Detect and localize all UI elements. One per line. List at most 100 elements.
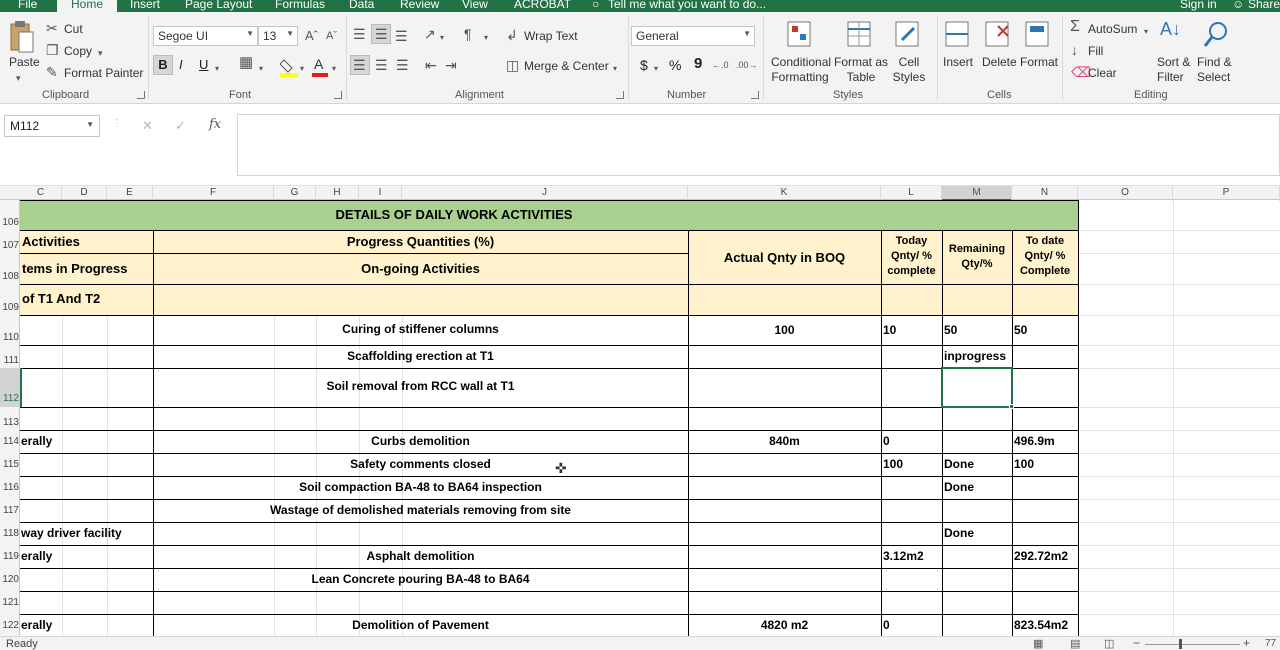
remaining-cell[interactable]: Done	[944, 480, 974, 494]
decrease-font-icon[interactable]: Aˇ	[326, 29, 337, 43]
bold-button[interactable]: B	[153, 55, 173, 75]
increase-decimal-icon[interactable]: ←.0	[712, 58, 729, 72]
zoom-level[interactable]: 77	[1265, 638, 1276, 649]
borders-dropdown-icon[interactable]: ▾	[259, 62, 263, 76]
left-cell[interactable]: erally	[21, 434, 52, 448]
row-header[interactable]: 116	[0, 482, 20, 493]
wrap-text-button[interactable]: Wrap Text	[524, 29, 578, 43]
name-box[interactable]: M112 ▼	[4, 115, 100, 137]
activity-cell[interactable]: Lean Concrete pouring BA-48 to BA64	[153, 572, 688, 586]
tab-data[interactable]: Data	[349, 0, 374, 11]
today-qty-cell[interactable]: 0	[883, 434, 890, 448]
column-header[interactable]: I	[359, 186, 402, 201]
cell-styles-button[interactable]: Cell Styles	[890, 55, 928, 85]
sort-filter-button[interactable]: Sort & Filter	[1157, 55, 1193, 85]
clipboard-launcher-icon[interactable]	[137, 91, 145, 99]
font-color-dropdown-icon[interactable]: ▾	[332, 62, 336, 76]
find-select-button[interactable]: Find & Select	[1197, 55, 1239, 85]
activity-cell[interactable]: Curing of stiffener columns	[153, 322, 688, 336]
todate-cell[interactable]: 50	[1014, 323, 1027, 337]
column-header[interactable]: G	[274, 186, 316, 201]
column-header[interactable]: D	[62, 186, 107, 201]
column-header[interactable]: E	[107, 186, 153, 201]
font-size-combo[interactable]: 13 ▼	[258, 26, 298, 46]
insert-function-icon[interactable]: fx	[209, 117, 221, 132]
text-direction-icon[interactable]: ¶	[464, 27, 472, 41]
align-top-icon[interactable]: ☰	[353, 27, 366, 41]
fill-color-dropdown-icon[interactable]: ▾	[300, 62, 304, 76]
alignment-launcher-icon[interactable]	[616, 91, 624, 99]
tell-me-box[interactable]: Tell me what you want to do...	[608, 0, 766, 11]
column-header-selected[interactable]: M	[942, 186, 1012, 201]
zoom-out-icon[interactable]: −	[1133, 636, 1140, 650]
row-header[interactable]: 115	[0, 459, 20, 470]
row-header[interactable]: 119	[0, 551, 20, 562]
row-header[interactable]: 118	[0, 528, 20, 539]
row-header[interactable]: 106	[0, 217, 20, 228]
format-as-table-button[interactable]: Format as Table	[834, 55, 888, 85]
column-header[interactable]: F	[153, 186, 274, 201]
increase-font-icon[interactable]: Aˆ	[305, 29, 318, 43]
font-size-dropdown-icon[interactable]: ▼	[286, 29, 294, 38]
worksheet[interactable]: DETAILS OF DAILY WORK ACTIVITIES Activit…	[20, 200, 1280, 636]
cancel-entry-icon[interactable]: ✕	[142, 118, 153, 134]
orientation-dropdown-icon[interactable]: ▾	[440, 31, 444, 45]
zoom-slider-track[interactable]	[1145, 644, 1240, 645]
today-qty-cell[interactable]: 3.12m2	[883, 549, 924, 563]
sign-in-link[interactable]: Sign in	[1180, 0, 1217, 11]
share-button[interactable]: Share	[1248, 0, 1280, 11]
clear-button[interactable]: Clear	[1088, 66, 1117, 80]
actual-qty-cell[interactable]: 840m	[688, 434, 881, 448]
left-cell[interactable]: erally	[21, 618, 52, 632]
italic-button[interactable]: I	[179, 57, 183, 72]
active-cell-selection[interactable]	[941, 367, 1013, 408]
align-bottom-icon[interactable]: ☰	[395, 29, 408, 43]
name-box-dropdown-icon[interactable]: ▼	[86, 120, 94, 129]
activity-cell[interactable]: Scaffolding erection at T1	[153, 349, 688, 363]
confirm-entry-icon[interactable]: ✓	[175, 118, 186, 134]
copy-button[interactable]: Copy	[64, 44, 92, 58]
row-header-selected[interactable]: 112	[0, 368, 20, 407]
tab-view[interactable]: View	[462, 0, 488, 11]
underline-dropdown-icon[interactable]: ▾	[215, 62, 219, 76]
column-header[interactable]: K	[688, 186, 881, 201]
fill-button[interactable]: Fill	[1088, 44, 1103, 58]
activity-cell[interactable]: Demolition of Pavement	[153, 618, 688, 632]
chevron-down-icon[interactable]: ▾	[16, 71, 21, 85]
left-cell[interactable]: erally	[21, 549, 52, 563]
remaining-cell[interactable]: 50	[944, 323, 957, 337]
left-cell[interactable]: way driver facility	[21, 526, 122, 540]
format-painter-button[interactable]: Format Painter	[64, 66, 143, 80]
tab-formulas[interactable]: Formulas	[275, 0, 325, 11]
conditional-formatting-button[interactable]: Conditional Formatting	[771, 55, 831, 85]
row-header[interactable]: 109	[0, 302, 20, 313]
column-header[interactable]: J	[402, 186, 688, 201]
format-cells-button[interactable]: Format	[1020, 55, 1058, 69]
fill-color-icon[interactable]	[280, 56, 300, 78]
increase-indent-icon[interactable]: ⇥	[445, 58, 457, 72]
activity-cell[interactable]: Safety comments closed	[153, 457, 688, 471]
row-header[interactable]: 120	[0, 574, 20, 585]
cut-button[interactable]: Cut	[64, 22, 83, 36]
align-center-icon[interactable]: ☰	[375, 58, 388, 72]
tab-page-layout[interactable]: Page Layout	[185, 0, 252, 11]
comma-button[interactable]: 9	[694, 55, 702, 72]
row-header[interactable]: 110	[0, 332, 20, 343]
tab-home[interactable]: Home	[57, 0, 118, 12]
row-header[interactable]: 111	[0, 355, 20, 366]
actual-qty-cell[interactable]: 4820 m2	[688, 618, 881, 632]
row-header[interactable]: 117	[0, 505, 20, 516]
fill-handle[interactable]	[1009, 404, 1014, 409]
align-right-icon[interactable]: ☰	[396, 58, 409, 72]
underline-button[interactable]: U	[199, 57, 208, 72]
today-qty-cell[interactable]: 10	[883, 323, 896, 337]
tab-insert[interactable]: Insert	[130, 0, 160, 11]
remaining-cell[interactable]: inprogress	[944, 349, 1006, 363]
paste-button[interactable]: Paste	[9, 55, 40, 69]
text-direction-dropdown-icon[interactable]: ▾	[484, 31, 488, 45]
activity-cell[interactable]: Wastage of demolished materials removing…	[153, 503, 688, 517]
insert-cells-button[interactable]: Insert	[943, 55, 973, 69]
column-header[interactable]: H	[316, 186, 359, 201]
delete-cells-button[interactable]: Delete	[982, 55, 1017, 69]
currency-button[interactable]: $	[640, 57, 648, 73]
